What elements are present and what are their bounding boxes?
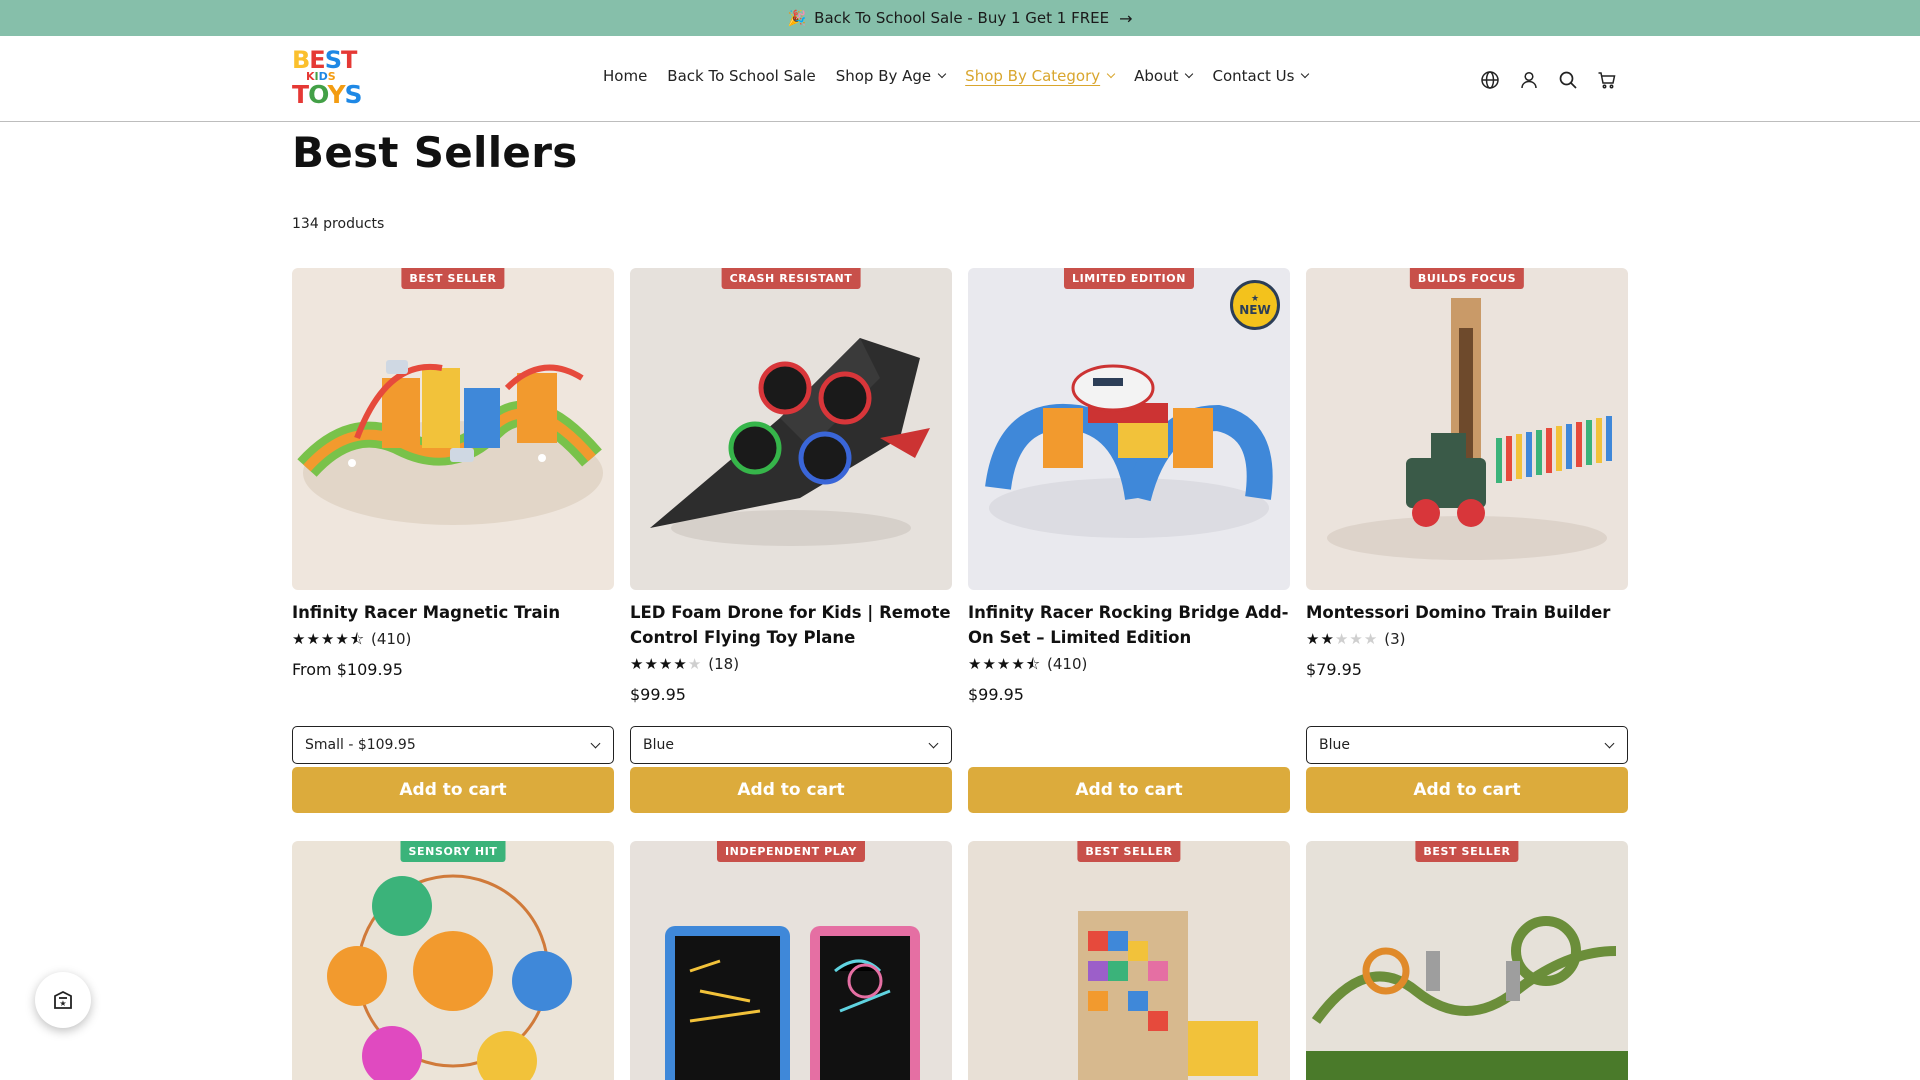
svg-text:★: ★ [59, 999, 66, 1008]
chevron-down-icon [590, 738, 601, 749]
announcement-bar[interactable]: 🎉 Back To School Sale - Buy 1 Get 1 FREE… [0, 0, 1920, 36]
product-price: $79.95 [1306, 660, 1362, 679]
star-rating: ★ ★ ★ ★ ★ [630, 654, 702, 673]
nav-item-contact-us[interactable]: Contact Us [1212, 67, 1310, 85]
chevron-down-icon [937, 69, 947, 79]
product-rating: ★ ★ ★ ★ ★ (3) [1306, 630, 1406, 648]
arrow-right-icon: → [1119, 8, 1133, 28]
review-count: (410) [1047, 655, 1088, 673]
product-image[interactable] [630, 268, 952, 590]
product-image[interactable] [1306, 268, 1628, 590]
rewards-launcher-button[interactable]: ★ [35, 972, 91, 1028]
product-price: $99.95 [968, 685, 1024, 704]
product-price: From $109.95 [292, 660, 403, 679]
variant-select[interactable]: Blue [1306, 726, 1628, 764]
star-rating: ★ ★ ★ ★ ⯪ [968, 654, 1041, 673]
account-icon[interactable] [1517, 68, 1541, 92]
product-image[interactable] [292, 841, 614, 1080]
product-badge: BEST SELLER [1077, 841, 1181, 862]
variant-select[interactable]: Blue [630, 726, 952, 764]
product-title[interactable]: LED Foam Drone for Kids | Remote Control… [630, 600, 952, 650]
product-image[interactable] [630, 841, 952, 1080]
review-count: (3) [1384, 630, 1406, 648]
product-title[interactable]: Infinity Racer Rocking Bridge Add-On Set… [968, 600, 1290, 650]
product-image[interactable] [292, 268, 614, 590]
header-icons [1478, 68, 1634, 92]
logo-line-1: BEST [292, 46, 357, 74]
rewards-icon: ★ [54, 990, 72, 1009]
nav-item-shop-by-category[interactable]: Shop By Category [965, 67, 1116, 85]
logo-line-3: TOYS [292, 80, 363, 109]
product-count: 134 products [292, 216, 385, 232]
product-price: $99.95 [630, 685, 686, 704]
chevron-down-icon [1301, 69, 1310, 79]
announcement-text: Back To School Sale - Buy 1 Get 1 FREE [814, 9, 1110, 27]
product-badge: BUILDS FOCUS [1409, 268, 1525, 289]
product-image[interactable] [968, 841, 1290, 1080]
star-rating: ★ ★ ★ ★ ⯪ [292, 629, 365, 648]
product-badge: BEST SELLER [401, 268, 505, 289]
logo[interactable]: BEST KIDS TOYS [292, 46, 363, 108]
product-rating: ★ ★ ★ ★ ★ (18) [630, 655, 739, 673]
add-to-cart-button[interactable]: Add to cart [968, 767, 1290, 813]
product-rating: ★ ★ ★ ★ ⯪ (410) [968, 655, 1087, 673]
product-badge: BEST SELLER [1415, 841, 1519, 862]
product-badge: SENSORY HIT [400, 841, 506, 862]
product-image[interactable] [1306, 841, 1628, 1080]
variant-select[interactable]: Small - $109.95 [292, 726, 614, 764]
site-header: BEST KIDS TOYS Home Back To School Sale … [0, 36, 1920, 122]
add-to-cart-button[interactable]: Add to cart [630, 767, 952, 813]
cart-icon[interactable] [1595, 68, 1619, 92]
product-badge: LIMITED EDITION [1063, 268, 1195, 289]
product-rating: ★ ★ ★ ★ ⯪ (410) [292, 630, 411, 648]
new-seal: ★ NEW [1230, 280, 1280, 330]
nav-item-shop-by-age[interactable]: Shop By Age [836, 67, 947, 85]
product-badge: CRASH RESISTANT [721, 268, 861, 289]
main-nav: Home Back To School Sale Shop By Age Sho… [603, 67, 1328, 85]
page-title: Best Sellers [292, 128, 578, 177]
review-count: (410) [371, 630, 412, 648]
chevron-down-icon [1604, 738, 1615, 749]
nav-item-home[interactable]: Home [603, 67, 647, 85]
chevron-down-icon [1106, 69, 1116, 79]
globe-icon[interactable] [1478, 68, 1502, 92]
review-count: (18) [708, 655, 740, 673]
search-icon[interactable] [1556, 68, 1580, 92]
party-popper-icon: 🎉 [787, 9, 807, 27]
product-title[interactable]: Montessori Domino Train Builder [1306, 600, 1628, 625]
star-rating: ★ ★ ★ ★ ★ [1306, 629, 1378, 648]
add-to-cart-button[interactable]: Add to cart [292, 767, 614, 813]
chevron-down-icon [1185, 69, 1194, 79]
product-badge: INDEPENDENT PLAY [716, 841, 866, 862]
add-to-cart-button[interactable]: Add to cart [1306, 767, 1628, 813]
product-title[interactable]: Infinity Racer Magnetic Train [292, 600, 614, 625]
chevron-down-icon [928, 738, 939, 749]
nav-item-about[interactable]: About [1134, 67, 1194, 85]
nav-item-back-to-school-sale[interactable]: Back To School Sale [667, 67, 815, 85]
